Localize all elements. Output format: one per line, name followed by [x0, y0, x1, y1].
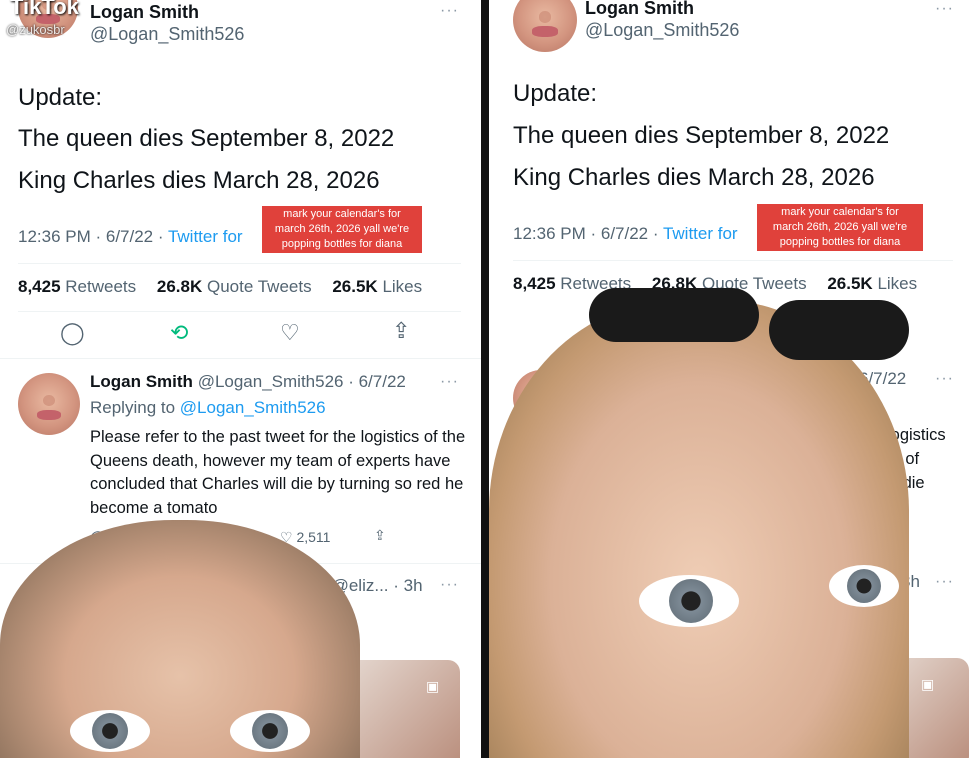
reply-share-icon[interactable]: ⇪: [374, 527, 386, 544]
author-name[interactable]: Logan Smith: [585, 0, 694, 19]
more-icon[interactable]: ···: [440, 373, 459, 391]
avatar-nose: [538, 11, 552, 23]
reply-header: Logan Smith @Logan_Smith526 · 6/7/22: [90, 372, 406, 392]
tweet-line-1: Update:: [18, 84, 103, 111]
retweets-stat[interactable]: 8,425 Retweets: [18, 277, 144, 296]
more-icon[interactable]: ···: [440, 576, 459, 594]
author-name[interactable]: Logan Smith: [90, 2, 199, 23]
tweet-source[interactable]: Twitter for: [663, 224, 738, 243]
tiktok-watermark: @zukosbr: [6, 22, 65, 37]
face-eye-left: [70, 710, 150, 752]
likes-stat[interactable]: 26.5K Likes: [827, 274, 925, 293]
reply-handle-date[interactable]: @Logan_Smith526 · 6/7/22: [198, 372, 406, 391]
face-eye-right: [829, 565, 899, 607]
quotes-count: 26.8K: [156, 277, 203, 296]
face-eye-right: [230, 710, 310, 752]
face-eye-left: [639, 575, 739, 627]
media-icon: ▣: [921, 676, 935, 692]
tweet-stats: 8,425 Retweets 26.8K Quote Tweets 26.5K …: [18, 277, 438, 297]
divider: [0, 358, 481, 359]
face-iris: [92, 713, 128, 749]
tiktok-logo: TikTok: [10, 0, 79, 19]
author-avatar[interactable]: [513, 0, 577, 52]
avatar-nose: [42, 395, 56, 407]
avatar-mouth: [532, 26, 558, 37]
more-icon[interactable]: ···: [935, 573, 954, 591]
face-iris: [669, 579, 713, 623]
retweets-count: 8,425: [513, 274, 556, 293]
left-panel: TikTok Logan Smith @Logan_Smith526 @zuko…: [0, 0, 481, 758]
divider: [513, 260, 953, 261]
tweet-meta: 12:36 PM · 6/7/22 · Twitter for: [18, 227, 243, 247]
caption-label: mark your calendar's for march 26th, 202…: [262, 206, 422, 253]
overlay-face: [489, 288, 909, 758]
caption-line-1: mark your calendar's for: [283, 208, 401, 220]
media-icon: ▣: [426, 678, 440, 694]
reply-icon[interactable]: ◯: [60, 320, 85, 346]
sunglasses: [769, 300, 909, 360]
replying-handle[interactable]: @Logan_Smith526: [180, 398, 326, 417]
tweet-line-2: The queen dies September 8, 2022: [513, 122, 890, 149]
tweet-source[interactable]: Twitter for: [168, 227, 243, 246]
second-reply-handle[interactable]: @eliz... · 3h: [332, 576, 423, 595]
retweets-label: Retweets: [65, 277, 137, 296]
caption-line-3: popping bottles for diana: [779, 236, 901, 248]
tweet-line-3: King Charles dies March 28, 2026: [18, 167, 380, 194]
share-icon[interactable]: ⇪: [392, 318, 410, 344]
tweet-meta: 12:36 PM · 6/7/22 · Twitter for: [513, 224, 738, 244]
face-iris: [847, 569, 881, 603]
quotes-stat[interactable]: 26.8K Quote Tweets: [157, 277, 320, 296]
caption-line-2: march 26th, 2026 yall we're: [772, 221, 908, 233]
reply-like-count: 2,511: [296, 529, 331, 545]
like-icon[interactable]: ♡: [280, 320, 300, 346]
replying-prefix: Replying to: [90, 398, 180, 417]
likes-label: Likes: [382, 277, 423, 296]
reply-text: Please refer to the past tweet for the l…: [90, 428, 466, 517]
more-icon[interactable]: ···: [440, 2, 459, 20]
reply-author-name[interactable]: Logan Smith: [90, 372, 193, 391]
author-handle[interactable]: @Logan_Smith526: [585, 20, 739, 41]
avatar-mouth: [36, 410, 62, 421]
tweet-line-1: Update:: [513, 80, 598, 107]
overlay-face: [0, 520, 360, 758]
caption-line-2: march 26th, 2026 yall we're: [274, 223, 410, 235]
more-icon[interactable]: ···: [935, 0, 954, 18]
tweet-time: 12:36 PM · 6/7/22 ·: [513, 224, 663, 243]
divider: [18, 263, 461, 264]
more-icon[interactable]: ···: [935, 370, 954, 388]
likes-count: 26.5K: [332, 277, 378, 296]
author-handle[interactable]: @Logan_Smith526: [90, 24, 244, 45]
caption-line-1: mark your calendar's for: [781, 206, 899, 218]
divider: [18, 311, 461, 312]
likes-stat[interactable]: 26.5K Likes: [332, 277, 430, 296]
panel-divider: [481, 0, 489, 758]
sunglasses: [589, 288, 759, 342]
likes-count: 26.5K: [827, 274, 873, 293]
tweet-line-2: The queen dies September 8, 2022: [18, 125, 395, 152]
tweet-line-3: King Charles dies March 28, 2026: [513, 164, 875, 191]
face-iris: [252, 713, 288, 749]
reply-avatar[interactable]: [18, 373, 80, 435]
caption-label: mark your calendar's for march 26th, 202…: [757, 204, 923, 251]
likes-label: Likes: [877, 274, 918, 293]
retweets-count: 8,425: [18, 277, 61, 296]
retweet-icon[interactable]: ⟲: [170, 320, 188, 346]
tweet-time: 12:36 PM · 6/7/22 ·: [18, 227, 168, 246]
quotes-label: Quote Tweets: [207, 277, 312, 296]
caption-line-3: popping bottles for diana: [281, 238, 403, 250]
right-panel: Logan Smith @Logan_Smith526 ··· Update: …: [489, 0, 970, 758]
replying-to: Replying to @Logan_Smith526: [90, 398, 326, 418]
